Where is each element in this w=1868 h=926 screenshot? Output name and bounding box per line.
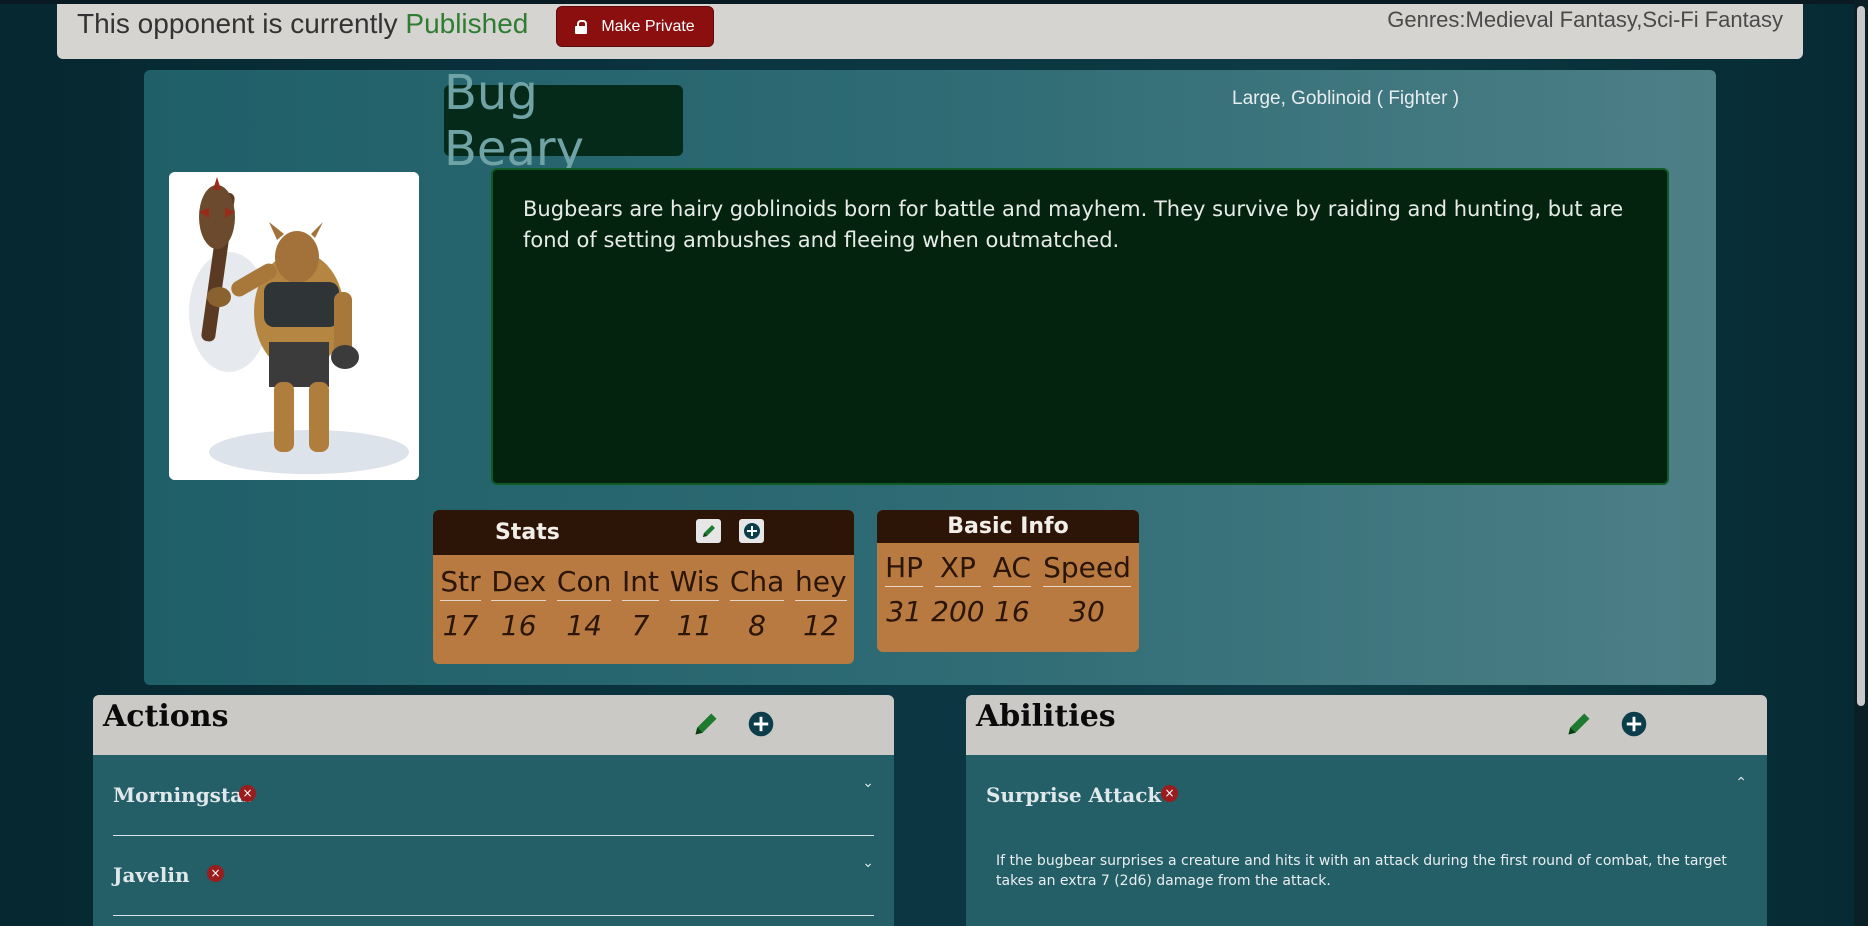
- stat-dex: Dex 16: [487, 555, 550, 642]
- chevron-up-icon[interactable]: ⌃: [1735, 775, 1747, 791]
- chevron-down-icon[interactable]: ⌄: [862, 855, 874, 871]
- stat-value: 11: [676, 609, 713, 642]
- actions-title: Actions: [103, 699, 229, 734]
- close-circle-icon[interactable]: ×: [239, 785, 256, 802]
- action-name: Morningstar: [113, 783, 254, 807]
- description-box[interactable]: Bugbears are hairy goblinoids born for b…: [491, 168, 1669, 485]
- list-item[interactable]: Morningstar × ⌄: [113, 755, 874, 836]
- pencil-icon[interactable]: [692, 710, 720, 738]
- pencil-icon: [702, 525, 715, 537]
- stat-label: Cha: [729, 555, 785, 601]
- abilities-header: Abilities: [966, 695, 1767, 755]
- info-value: 31: [886, 595, 922, 628]
- stat-con: Con 14: [553, 555, 615, 642]
- list-item[interactable]: Javelin × ⌄: [113, 835, 874, 916]
- status-header: This opponent is currently Published Mak…: [57, 4, 1803, 59]
- genres-text: Genres:Medieval Fantasy,Sci-Fi Fantasy: [1387, 7, 1783, 32]
- status-value: Published: [405, 8, 529, 39]
- ability-name: Surprise Attack: [986, 783, 1162, 807]
- abilities-list: Surprise Attack × ⌃ If the bugbear surpr…: [966, 755, 1767, 926]
- opponent-name: Bug Beary: [444, 65, 683, 177]
- plus-circle-icon[interactable]: [748, 711, 774, 737]
- stat-value: 12: [802, 609, 839, 642]
- abilities-section: Abilities Surprise Attack × ⌃ If the bug…: [966, 695, 1767, 926]
- info-value: 16: [994, 595, 1030, 628]
- info-label: XP: [935, 543, 981, 587]
- stat-label: hey: [795, 555, 847, 601]
- info-hp: HP 31: [881, 543, 927, 628]
- abilities-title: Abilities: [976, 699, 1116, 734]
- close-circle-icon[interactable]: ×: [207, 865, 224, 882]
- stat-value: 8: [748, 609, 766, 642]
- stat-label: Wis: [669, 555, 720, 601]
- info-value: 200: [931, 595, 985, 628]
- stat-str: Str 17: [436, 555, 484, 642]
- stat-label: Str: [440, 555, 481, 601]
- make-private-label: Make Private: [601, 17, 695, 35]
- stat-value: 17: [442, 609, 479, 642]
- chevron-down-icon[interactable]: ⌄: [862, 775, 874, 791]
- stats-title: Stats: [495, 520, 560, 545]
- close-circle-icon[interactable]: ×: [1161, 785, 1178, 802]
- opponent-panel: Bug Beary Large, Goblinoid ( Fighter ) B…: [144, 65, 1716, 685]
- list-item[interactable]: Surprise Attack × ⌃: [986, 755, 1747, 835]
- stat-hey: hey 12: [791, 555, 851, 642]
- stats-header: Stats: [433, 510, 854, 555]
- info-label: HP: [885, 543, 924, 587]
- actions-list: Morningstar × ⌄ Javelin × ⌄: [93, 755, 894, 926]
- size-type-text: Large, Goblinoid ( Fighter ): [1232, 88, 1460, 109]
- stat-int: Int 7: [618, 555, 663, 642]
- basic-info-grid: HP 31 XP 200 AC 16 Speed 30: [877, 543, 1139, 628]
- plus-circle-icon[interactable]: [1621, 711, 1647, 737]
- stat-label: Con: [556, 555, 612, 601]
- info-xp: XP 200: [931, 543, 984, 628]
- info-label: AC: [992, 543, 1031, 587]
- ability-description: If the bugbear surprises a creature and …: [996, 853, 1727, 889]
- publish-status: This opponent is currently Published: [77, 8, 528, 40]
- stats-grid: Str 17 Dex 16 Con 14 Int 7 Wis 11 Cha 8 hey 12: [433, 555, 854, 642]
- info-ac: AC 16: [989, 543, 1035, 628]
- actions-section: Actions Morningstar × ⌄ Javelin × ⌄: [93, 695, 894, 926]
- info-label: Speed: [1043, 543, 1131, 587]
- stat-value: 14: [566, 609, 602, 642]
- stat-wis: Wis 11: [666, 555, 723, 642]
- opponent-portrait: [169, 172, 419, 480]
- add-stat-button[interactable]: [739, 519, 764, 543]
- bugbear-image: [169, 172, 419, 480]
- info-speed: Speed 30: [1039, 543, 1135, 628]
- edit-stats-button[interactable]: [696, 519, 721, 543]
- stat-label: Int: [622, 555, 660, 601]
- stat-label: Dex: [491, 555, 547, 601]
- lock-icon: [575, 19, 588, 34]
- basic-info-title: Basic Info: [877, 510, 1139, 543]
- description-text: Bugbears are hairy goblinoids born for b…: [523, 197, 1624, 252]
- make-private-button[interactable]: Make Private: [556, 6, 714, 47]
- scrollbar[interactable]: [1854, 0, 1868, 926]
- stat-cha: Cha 8: [726, 555, 788, 642]
- scrollbar-thumb[interactable]: [1857, 6, 1865, 706]
- action-name: Javelin: [113, 863, 190, 887]
- info-value: 30: [1069, 595, 1105, 628]
- stat-value: 16: [500, 609, 537, 642]
- stats-card: Stats Str 17 Dex 16 Con 14 Int 7 Wis 11 Cha 8 …: [433, 510, 854, 664]
- actions-header: Actions: [93, 695, 894, 755]
- basic-info-card: Basic Info HP 31 XP 200 AC 16 Speed 30: [877, 510, 1139, 652]
- pencil-icon[interactable]: [1565, 710, 1593, 738]
- status-prefix: This opponent is currently: [77, 8, 406, 39]
- stat-value: 7: [631, 609, 650, 642]
- plus-circle-icon: [743, 523, 760, 539]
